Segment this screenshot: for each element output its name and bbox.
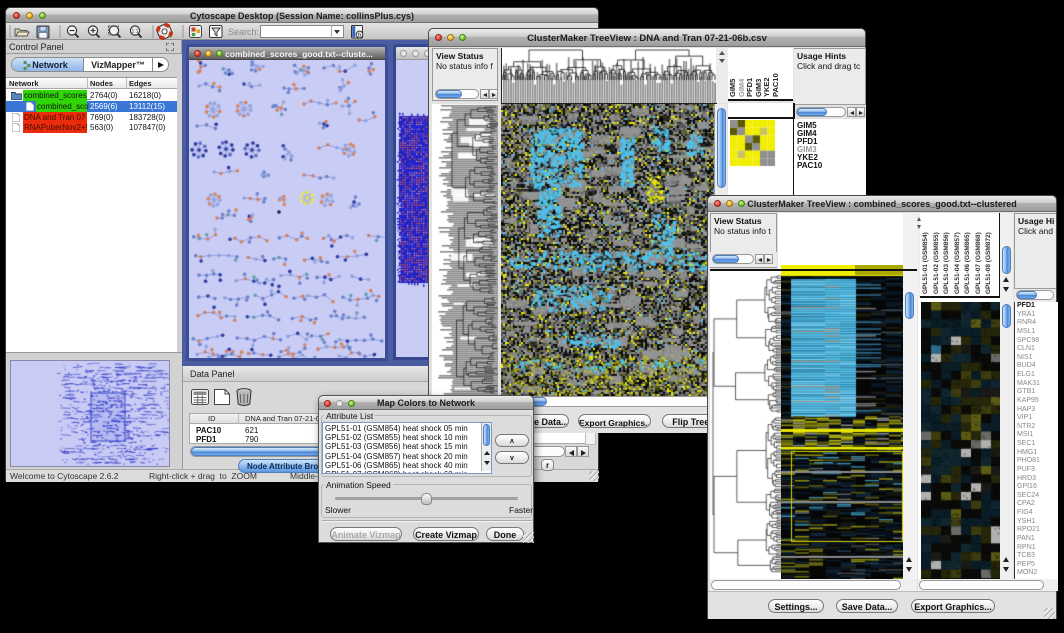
svg-text:b: b	[358, 33, 361, 39]
svg-text:1:1: 1:1	[132, 29, 139, 35]
